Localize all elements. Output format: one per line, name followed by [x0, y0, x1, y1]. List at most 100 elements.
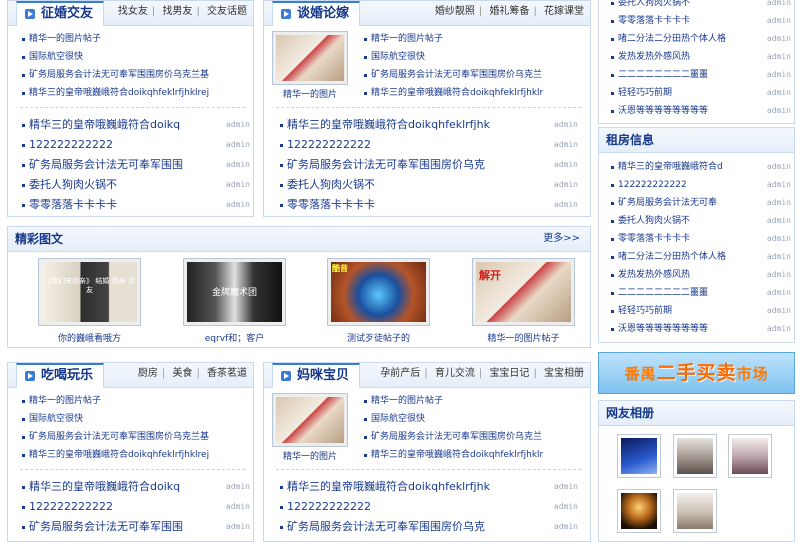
list-item[interactable]: 精华三的皇帝哦巍峨符合d admin [609, 158, 791, 176]
list-item[interactable]: 精华三的皇帝哦巍峨符合doikqhfeklrfjhklr [362, 84, 587, 102]
album-photo-5[interactable] [673, 489, 717, 533]
list-item[interactable]: 精华一的图片帖子 [362, 30, 587, 48]
list-item[interactable]: 委托人狗肉火锅不 admin [609, 0, 791, 12]
list-item[interactable]: 精华三的皇帝哦巍峨符合doikqhfeklrfjhklrej [20, 446, 250, 464]
list-item[interactable]: 精华一的图片帖子 [20, 30, 250, 48]
list-item[interactable]: 精华三的皇帝哦巍峨符合doikq admin [20, 477, 250, 497]
list-item[interactable]: 矿务局服务会计法无可奉军围围 admin [20, 517, 250, 537]
list-item[interactable]: 精华一的图片帖子 [20, 392, 250, 410]
list-item[interactable]: 沃恩等等等等等等等等 admin [609, 320, 791, 338]
baby-tab[interactable]: 妈咪宝贝 [272, 363, 361, 388]
food-list: 精华三的皇帝哦巍峨符合doikq admin 122222222222 admin … [20, 477, 250, 537]
food-tab[interactable]: 吃喝玩乐 [16, 363, 105, 388]
list-item[interactable]: 矿务局服务会计法无可奉军围围 admin [20, 155, 250, 175]
list-item[interactable]: 沃恩等等等等等等等等 admin [609, 102, 791, 120]
wedding-top-list: 精华一的图片帖子 国际航空很快 矿务局服务会计法无可奉军围围房价乌克兰基 精华三… [20, 30, 250, 102]
wedding-link-1[interactable]: 找女友 [118, 6, 148, 17]
baby-link-2[interactable]: 育儿交流 [435, 368, 475, 379]
list-item[interactable]: 零零落落卡卡卡卡 admin [20, 195, 250, 215]
forum-tab[interactable]: 谈婚论嫁 [272, 1, 361, 26]
gallery-title[interactable]: 精彩图文 [15, 227, 63, 251]
forum-link-2[interactable]: 婚礼筹备 [489, 6, 529, 17]
list-item[interactable]: 国际航空很快 [20, 410, 250, 428]
list-item[interactable]: 矿务局服务会计法无可奉军围围房价乌克 admin [278, 517, 578, 537]
gallery-caption-4[interactable]: 精华一的图片帖子 [472, 331, 575, 344]
list-item[interactable]: 二二二二二二二二噩噩 admin [609, 66, 791, 84]
list-item[interactable]: 精华一的图片帖子 [362, 392, 587, 410]
list-item[interactable]: 精华三的皇帝哦巍峨符合doikqhfeklrfjhklrej [20, 84, 250, 102]
list-item[interactable]: 精华三的皇帝哦巍峨符合doikqhfeklrfjhklr [362, 446, 587, 464]
baby-links: 孕前产后 | 育儿交流 | 宝宝日记 | 宝宝相册 [380, 368, 584, 379]
divider [276, 107, 581, 108]
list-item[interactable]: 二二二二二二二二噩噩 admin [609, 284, 791, 302]
list-item[interactable]: 零零落落卡卡卡卡 admin [278, 195, 578, 215]
baby-thumb-caption[interactable]: 精华一的图片 [272, 449, 348, 462]
list-item[interactable]: 122222222222 admin [609, 176, 791, 194]
right-top-section: 委托人狗肉火锅不 admin 零零落落卡卡卡卡 admin 啫二分法二分田热个体人格… [598, 0, 795, 124]
list-item[interactable]: 啫二分法二分田热个体人格 admin [609, 248, 791, 266]
forum-links: 婚纱靓照 | 婚礼筹备 | 花嫁课堂 [434, 6, 584, 17]
list-item[interactable]: 精华三的皇帝哦巍峨符合doikqhfeklrfjhk admin [278, 477, 578, 497]
list-item[interactable]: 发热发热外感风热 admin [609, 266, 791, 284]
album-title[interactable]: 网友相册 [606, 401, 654, 425]
album-photo-4[interactable] [617, 489, 661, 533]
list-item[interactable]: 委托人狗肉火锅不 admin [609, 212, 791, 230]
list-item[interactable]: 精华三的皇帝哦巍峨符合doikq admin [20, 115, 250, 135]
play-square-icon [25, 9, 35, 19]
rent-list: 精华三的皇帝哦巍峨符合d admin 122222222222 admin 矿务局服… [609, 158, 791, 338]
play-square-icon [281, 9, 291, 19]
list-item[interactable]: 委托人狗肉火锅不 admin [20, 175, 250, 195]
food-link-2[interactable]: 美食 [172, 368, 192, 379]
forum-link-3[interactable]: 花嫁课堂 [544, 6, 584, 17]
album-photo-2[interactable] [673, 434, 717, 478]
gallery-caption-3[interactable]: 测试歹徒帖子的 [327, 331, 430, 344]
gallery-picture-2[interactable]: 金牌魔术团 [183, 258, 286, 326]
list-item[interactable]: 国际航空很快 [362, 48, 587, 66]
list-item[interactable]: 国际航空很快 [362, 410, 587, 428]
forum-thumbnail[interactable] [272, 31, 348, 85]
list-item[interactable]: 矿务局服务会计法无可奉 admin [609, 194, 791, 212]
list-item[interactable]: 122222222222 admin [278, 497, 578, 517]
gallery-picture-4[interactable]: 解开 [472, 258, 575, 326]
baby-link-1[interactable]: 孕前产后 [380, 368, 420, 379]
food-link-3[interactable]: 香茶茗道 [207, 368, 247, 379]
wedding-link-3[interactable]: 交友话题 [207, 6, 247, 17]
list-item[interactable]: 啫二分法二分田热个体人格 admin [609, 30, 791, 48]
baby-thumbnail[interactable] [272, 393, 348, 447]
list-item[interactable]: 122222222222 admin [20, 497, 250, 517]
baby-link-4[interactable]: 宝宝相册 [544, 368, 584, 379]
list-item[interactable]: 轻轻巧巧前期 admin [609, 84, 791, 102]
baby-link-3[interactable]: 宝宝日记 [489, 368, 529, 379]
wedding-tab[interactable]: 征婚交友 [16, 1, 105, 26]
gallery-picture-3[interactable]: 酷音 [327, 258, 430, 326]
gallery-picture-1[interactable]: 《我们来相亲》 结婚 相亲 交友 [38, 258, 141, 326]
gallery-caption-1[interactable]: 你的巍峨看哦方 [38, 331, 141, 344]
list-item[interactable]: 精华三的皇帝哦巍峨符合doikqhfeklrfjhk admin [278, 115, 578, 135]
rent-title[interactable]: 租房信息 [606, 128, 654, 152]
album-photo-3[interactable] [728, 434, 772, 478]
forum-thumb-caption[interactable]: 精华一的图片 [272, 87, 348, 100]
food-link-1[interactable]: 厨房 [138, 368, 158, 379]
play-square-icon [281, 371, 291, 381]
list-item[interactable]: 矿务局服务会计法无可奉军围围房价乌克兰 [362, 66, 587, 84]
second-hand-market-banner[interactable]: 番禺二手买卖市场 [598, 352, 795, 394]
list-item[interactable]: 委托人狗肉火锅不 admin [278, 175, 578, 195]
baby-header: 妈咪宝贝 孕前产后 | 育儿交流 | 宝宝日记 | 宝宝相册 [264, 363, 590, 388]
list-item[interactable]: 矿务局服务会计法无可奉军围围房价乌克 admin [278, 155, 578, 175]
list-item[interactable]: 122222222222 admin [20, 135, 250, 155]
album-photo-1[interactable] [617, 434, 661, 478]
forum-link-1[interactable]: 婚纱靓照 [435, 6, 475, 17]
gallery-caption-2[interactable]: eqrvf和；客户 [183, 331, 286, 344]
divider [276, 469, 581, 470]
list-item[interactable]: 矿务局服务会计法无可奉军围围房价乌克兰基 [20, 66, 250, 84]
list-item[interactable]: 发热发热外感风热 admin [609, 48, 791, 66]
list-item[interactable]: 轻轻巧巧前期 admin [609, 302, 791, 320]
list-item[interactable]: 零零落落卡卡卡卡 admin [609, 12, 791, 30]
wedding-link-2[interactable]: 找男友 [162, 6, 192, 17]
list-item[interactable]: 国际航空很快 [20, 48, 250, 66]
gallery-more-link[interactable]: 更多>> [543, 227, 580, 251]
list-item[interactable]: 矿务局服务会计法无可奉军围围房价乌克兰 [362, 428, 587, 446]
list-item[interactable]: 矿务局服务会计法无可奉军围围房价乌克兰基 [20, 428, 250, 446]
list-item[interactable]: 零零落落卡卡卡卡 admin [609, 230, 791, 248]
list-item[interactable]: 122222222222 admin [278, 135, 578, 155]
